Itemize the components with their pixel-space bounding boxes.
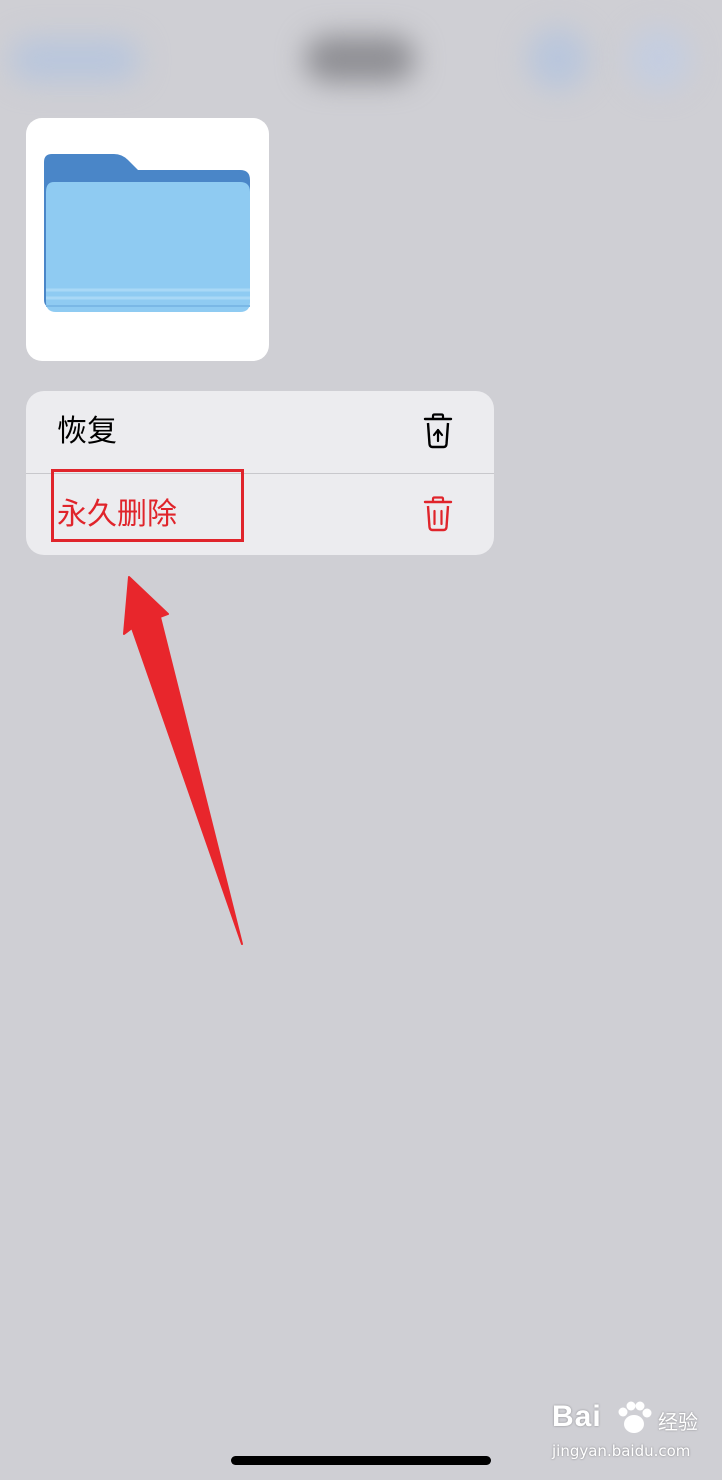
paw-icon [618, 1401, 652, 1433]
watermark-brand: Bai [552, 1400, 602, 1433]
delete-permanently-label: 永久删除 [57, 497, 177, 532]
restore-menu-item[interactable]: 恢复 [26, 391, 494, 473]
delete-permanently-menu-item[interactable]: 永久删除 [26, 474, 494, 555]
files-screen: 恢复 永久删除 Bai 经验 jingyan.baidu.com [0, 0, 722, 1480]
blurred-title [305, 36, 415, 82]
restore-trash-icon [423, 413, 453, 449]
watermark-url: jingyan.baidu.com [552, 1442, 691, 1460]
blurred-action-button [527, 28, 589, 90]
home-indicator [231, 1456, 491, 1465]
blurred-more-button [628, 28, 690, 90]
trash-icon [423, 496, 453, 532]
restore-label: 恢复 [57, 414, 117, 449]
folder-preview-card [26, 118, 269, 361]
context-menu: 恢复 永久删除 [26, 391, 494, 555]
blurred-back-button [10, 38, 140, 82]
blurred-navigation-bar [0, 0, 722, 110]
watermark: Bai 经验 jingyan.baidu.com [552, 1400, 712, 1470]
folder-icon [44, 154, 250, 312]
watermark-product: 经验 [658, 1410, 698, 1434]
